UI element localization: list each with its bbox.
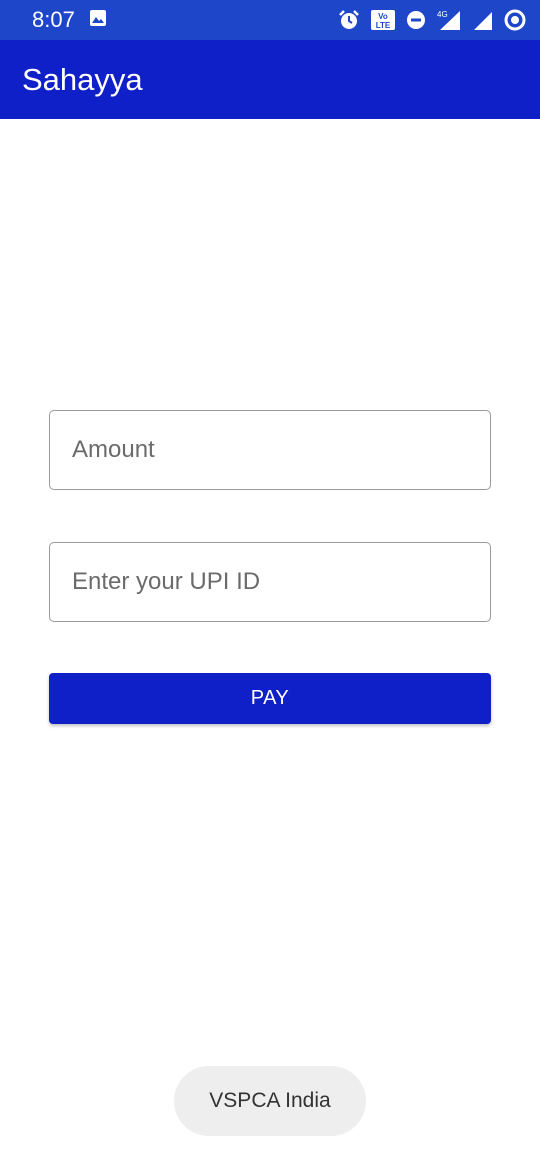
app-title: Sahayya	[22, 61, 143, 97]
signal-icon-2	[472, 9, 494, 31]
amount-field[interactable]	[49, 410, 491, 490]
status-bar: 8:07 Vo LTE 4G	[0, 0, 540, 40]
svg-text:4G: 4G	[437, 10, 448, 19]
app-bar: Sahayya	[0, 40, 540, 119]
signal-icon: 4G	[436, 9, 462, 31]
amount-input[interactable]	[50, 411, 490, 489]
svg-text:LTE: LTE	[376, 21, 391, 30]
status-time: 8:07	[32, 7, 75, 32]
volte-icon: Vo LTE	[370, 9, 396, 31]
image-icon	[89, 9, 107, 32]
upi-id-field[interactable]	[49, 542, 491, 622]
pay-button[interactable]: PAY	[49, 673, 491, 724]
sync-icon	[504, 9, 526, 31]
dnd-icon	[406, 10, 426, 30]
alarm-icon	[338, 9, 360, 31]
toast-text: VSPCA India	[209, 1089, 331, 1112]
svg-text:Vo: Vo	[378, 12, 388, 21]
upi-id-input[interactable]	[50, 543, 490, 621]
toast-message: VSPCA India	[174, 1066, 366, 1136]
